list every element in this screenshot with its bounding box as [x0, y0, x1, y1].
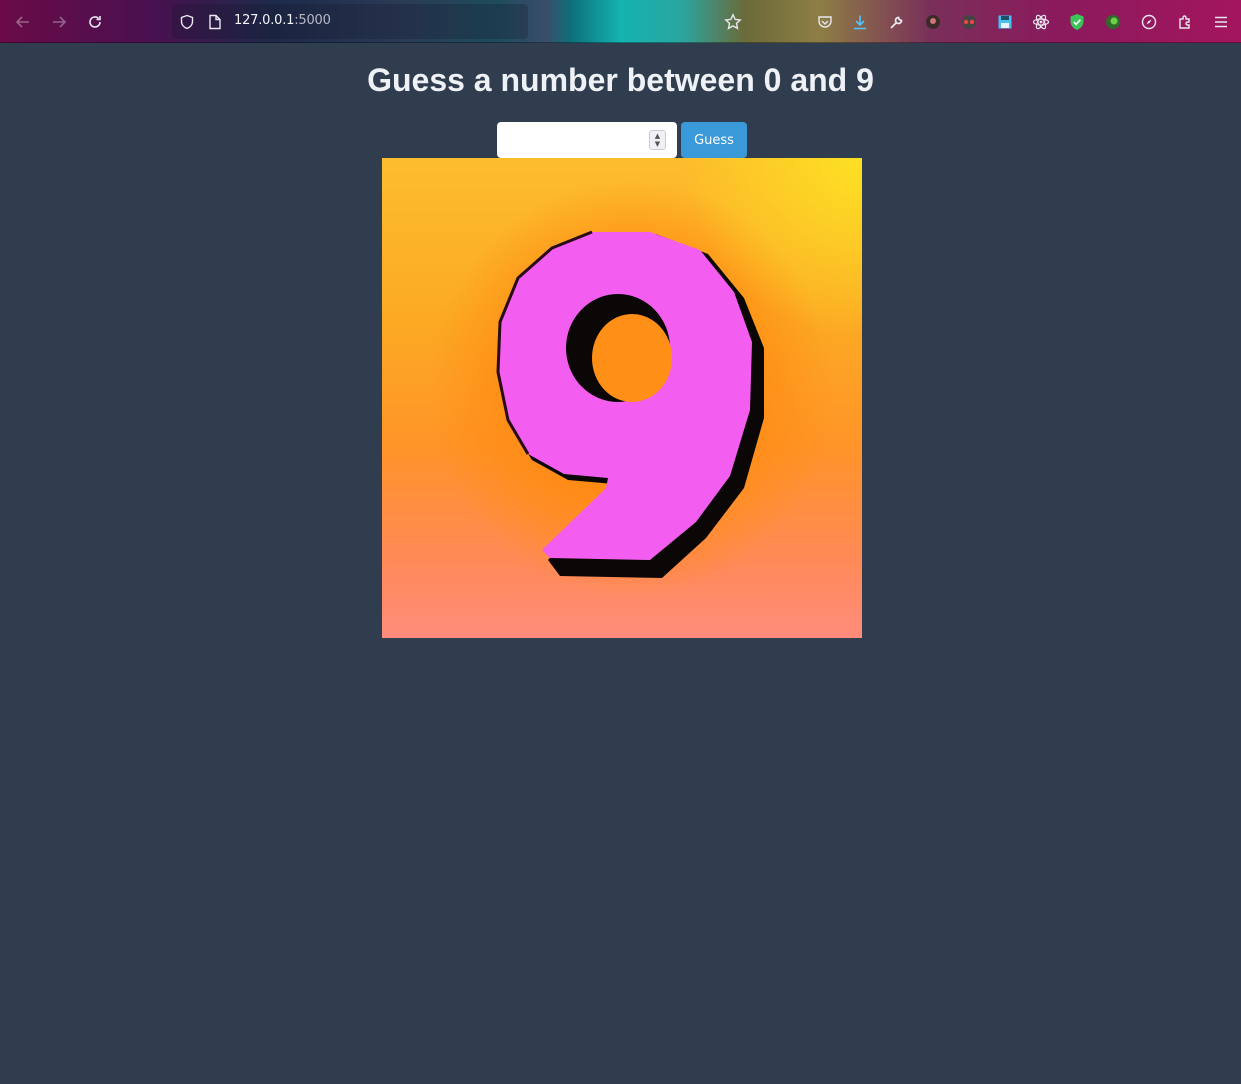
shield-icon[interactable] [176, 11, 198, 33]
compass-icon[interactable] [1138, 11, 1160, 33]
digit-nine-image [382, 158, 862, 638]
react-atom-icon[interactable] [1030, 11, 1052, 33]
spinner-down-icon[interactable]: ▼ [655, 140, 660, 148]
bookmark-star-icon[interactable] [722, 11, 744, 33]
forward-arrow-icon[interactable] [48, 11, 70, 33]
spinner-up-icon[interactable]: ▲ [655, 132, 660, 140]
hamburger-menu-icon[interactable] [1210, 11, 1232, 33]
reload-icon[interactable] [84, 11, 106, 33]
url-text[interactable]: 127.0.0.1:5000 [234, 13, 331, 28]
wrench-icon[interactable] [886, 11, 908, 33]
extension-glasses-icon[interactable] [958, 11, 980, 33]
pocket-icon[interactable] [814, 11, 836, 33]
back-arrow-icon[interactable] [12, 11, 34, 33]
page-icon[interactable] [204, 11, 226, 33]
save-disk-icon[interactable] [994, 11, 1016, 33]
extensions-puzzle-icon[interactable] [1174, 11, 1196, 33]
number-spinner[interactable]: ▲ ▼ [649, 130, 666, 150]
browser-toolbar: 127.0.0.1:5000 [0, 0, 1241, 43]
url-host: 127.0.0.1 [234, 13, 295, 28]
download-icon[interactable] [849, 11, 871, 33]
digit-nine-graphic [496, 230, 764, 578]
extension-green-icon[interactable] [1102, 11, 1124, 33]
extension-avatar-icon[interactable] [922, 11, 944, 33]
green-shield-icon[interactable] [1066, 11, 1088, 33]
page-title: Guess a number between 0 and 9 [367, 62, 874, 98]
guess-button[interactable]: Guess [681, 122, 747, 158]
url-port: :5000 [294, 13, 331, 28]
